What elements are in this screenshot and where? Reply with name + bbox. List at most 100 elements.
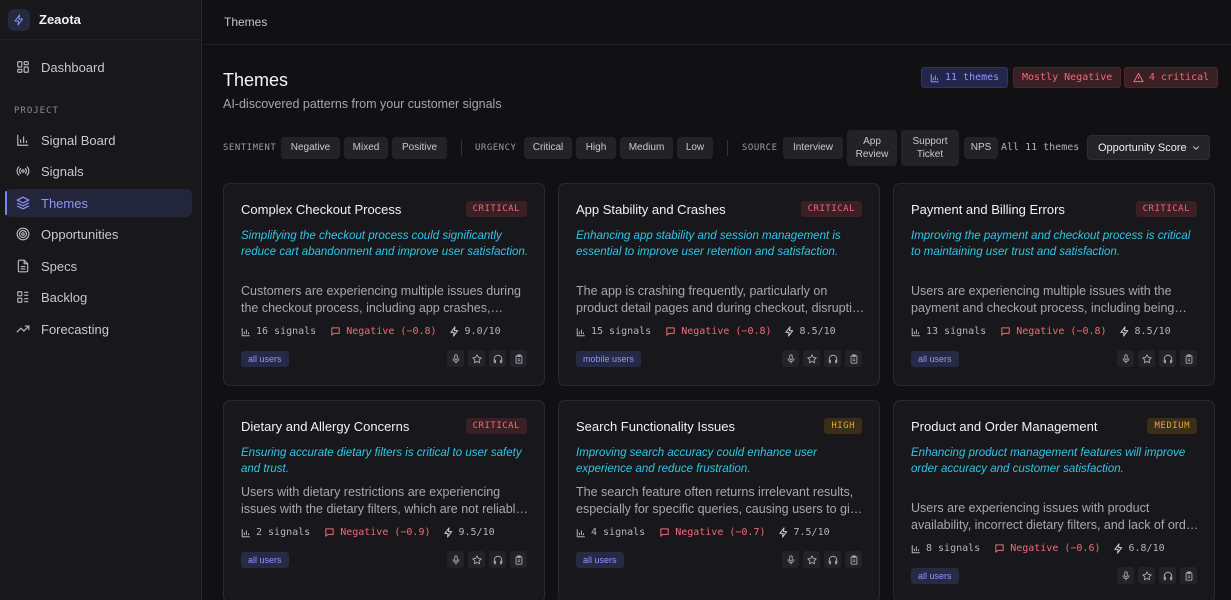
lightning-icon — [443, 527, 452, 538]
filter-chip-support-ticket[interactable]: Support Ticket — [901, 130, 959, 166]
sidebar-item-label: Signal Board — [41, 132, 116, 148]
sidebar-item-dashboard[interactable]: Dashboard — [5, 53, 192, 81]
clipboard-icon[interactable] — [510, 551, 527, 568]
opportunity-score-text: 6.8/10 — [1128, 543, 1165, 554]
filter-chip-interview[interactable]: Interview — [783, 137, 843, 159]
lightning-icon — [1113, 543, 1122, 554]
star-icon[interactable] — [803, 350, 820, 367]
filter-chip-mixed[interactable]: Mixed — [344, 137, 388, 159]
signals-count-text: 2 signals — [256, 527, 311, 538]
theme-insight: Enhancing product management features wi… — [911, 447, 1186, 475]
brand[interactable]: Zeaota — [0, 0, 201, 40]
clipboard-icon[interactable] — [1180, 567, 1197, 584]
topbar: Themes — [203, 0, 1231, 45]
theme-meta: 4 signals Negative (−0.7) 7.5/10 — [576, 527, 830, 538]
microphone-icon[interactable] — [782, 350, 799, 367]
lightning-icon — [449, 326, 458, 337]
headphones-icon[interactable] — [1159, 567, 1176, 584]
filter-chip-medium[interactable]: Medium — [620, 137, 673, 159]
sidebar-item-signals[interactable]: Signals — [5, 157, 192, 185]
source-filter-label: SOURCE — [742, 143, 778, 153]
microphone-icon[interactable] — [447, 350, 464, 367]
section-label: PROJECT — [14, 106, 59, 116]
card-actions — [778, 350, 862, 367]
theme-title: Search Functionality Issues — [576, 419, 735, 434]
filter-chip-high[interactable]: High — [576, 137, 616, 159]
headphones-icon[interactable] — [489, 551, 506, 568]
filter-chip-app-review[interactable]: App Review — [847, 130, 897, 166]
theme-card[interactable]: Complex Checkout Process CRITICAL Simpli… — [223, 183, 545, 386]
sidebar-item-specs[interactable]: Specs — [5, 252, 192, 280]
filter-chip-negative[interactable]: Negative — [281, 137, 340, 159]
theme-description: Customers are experiencing multiple issu… — [241, 284, 521, 315]
filter-chip-positive[interactable]: Positive — [392, 137, 447, 159]
sentiment-score-text: Negative (−0.8) — [681, 326, 772, 337]
opportunity-score: 8.5/10 — [784, 326, 836, 337]
sidebar-item-label: Signals — [41, 163, 84, 179]
bar-chart-icon — [576, 327, 585, 336]
microphone-icon[interactable] — [1117, 567, 1134, 584]
sidebar-item-signal-board[interactable]: Signal Board — [5, 126, 192, 154]
brand-name: Zeaota — [39, 12, 81, 27]
star-icon[interactable] — [1138, 567, 1155, 584]
sidebar-item-label: Dashboard — [41, 59, 105, 75]
theme-card[interactable]: Dietary and Allergy Concerns CRITICAL En… — [223, 400, 545, 600]
filter-chip-nps[interactable]: NPS — [964, 137, 998, 159]
theme-card[interactable]: Payment and Billing Errors CRITICAL Impr… — [893, 183, 1215, 386]
signals-count: 8 signals — [911, 543, 980, 554]
sort-select[interactable]: Opportunity Score — [1087, 135, 1210, 160]
theme-title: Product and Order Management — [911, 419, 1098, 434]
filter-chip-critical[interactable]: Critical — [524, 137, 572, 159]
comment-icon — [666, 327, 675, 336]
headphones-icon[interactable] — [489, 350, 506, 367]
star-icon[interactable] — [803, 551, 820, 568]
opportunity-score: 6.8/10 — [1113, 543, 1165, 554]
theme-card[interactable]: App Stability and Crashes CRITICAL Enhan… — [558, 183, 880, 386]
theme-insight: Ensuring accurate dietary filters is cri… — [241, 447, 522, 475]
severity-badge: CRITICAL — [1135, 201, 1197, 217]
star-icon[interactable] — [468, 350, 485, 367]
opportunity-score: 9.5/10 — [443, 527, 495, 538]
card-actions — [443, 350, 527, 367]
severity-badge: CRITICAL — [800, 201, 862, 217]
headphones-icon[interactable] — [1159, 350, 1176, 367]
filter-chip-low[interactable]: Low — [677, 137, 713, 159]
sidebar-item-themes[interactable]: Themes — [5, 189, 192, 217]
clipboard-icon[interactable] — [510, 350, 527, 367]
headphones-icon[interactable] — [824, 551, 841, 568]
bar-chart-icon — [911, 327, 920, 336]
sentiment-score: Negative (−0.8) — [1000, 326, 1107, 337]
sidebar-item-label: Opportunities — [41, 226, 119, 242]
star-icon[interactable] — [1138, 350, 1155, 367]
comment-icon — [995, 544, 1004, 553]
opportunity-score: 7.5/10 — [778, 527, 830, 538]
page-title: Themes — [223, 70, 289, 90]
signals-count-text: 16 signals — [256, 326, 317, 337]
microphone-icon[interactable] — [782, 551, 799, 568]
sentiment-score-text: Negative (−0.9) — [340, 527, 431, 538]
sentiment-score-text: Negative (−0.7) — [675, 527, 766, 538]
card-actions — [1113, 567, 1197, 584]
sentiment-score-text: Negative (−0.8) — [1016, 326, 1107, 337]
headphones-icon[interactable] — [824, 350, 841, 367]
clipboard-icon[interactable] — [1180, 350, 1197, 367]
sentiment-score: Negative (−0.7) — [659, 527, 766, 538]
sidebar-item-opportunities[interactable]: Opportunities — [5, 220, 192, 248]
bar-chart-icon — [930, 73, 940, 83]
theme-insight: Enhancing app stability and session mana… — [576, 230, 841, 258]
sidebar-item-forecasting[interactable]: Forecasting — [5, 315, 192, 343]
star-icon[interactable] — [468, 551, 485, 568]
severity-badge: CRITICAL — [465, 418, 527, 434]
theme-title: Complex Checkout Process — [241, 202, 402, 217]
sidebar-item-backlog[interactable]: Backlog — [5, 283, 192, 311]
dashboard-icon — [16, 60, 30, 74]
clipboard-icon[interactable] — [845, 551, 862, 568]
theme-title: App Stability and Crashes — [576, 202, 726, 217]
card-actions — [778, 551, 862, 568]
theme-card[interactable]: Product and Order Management MEDIUM Enha… — [893, 400, 1215, 600]
sidebar-item-label: Backlog — [41, 289, 88, 305]
clipboard-icon[interactable] — [845, 350, 862, 367]
theme-card[interactable]: Search Functionality Issues HIGH Improvi… — [558, 400, 880, 600]
microphone-icon[interactable] — [447, 551, 464, 568]
microphone-icon[interactable] — [1117, 350, 1134, 367]
